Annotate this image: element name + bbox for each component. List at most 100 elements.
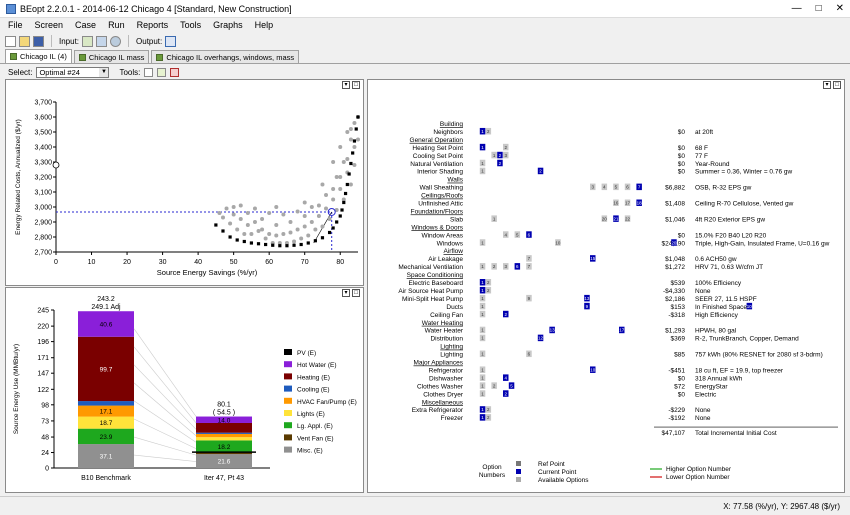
- tab-chicago-il-4[interactable]: Chicago IL (4): [5, 49, 72, 63]
- pencil-icon[interactable]: [157, 67, 167, 77]
- chart-icon[interactable]: [165, 35, 177, 47]
- x-tick-label: 40: [194, 259, 202, 266]
- option-row-label: Window Areas: [421, 232, 463, 239]
- menu-help[interactable]: Help: [255, 20, 274, 30]
- y-tick-label: 3,100: [34, 190, 52, 197]
- cost-savings-chart[interactable]: 0 10 20 30 40 50 60 70 80 2,700 2,800 2,900 3,000 3,1…: [6, 80, 363, 285]
- option-description: SEER 27, 11.5 HSPF: [695, 296, 757, 303]
- menu-graphs[interactable]: Graphs: [213, 20, 243, 30]
- minimize-button[interactable]: —: [792, 3, 802, 14]
- scatter-point: [238, 217, 243, 221]
- option-category-label: Major Appliances: [414, 360, 464, 367]
- scatter-point: [274, 233, 279, 238]
- legend-option-label: Option: [482, 464, 502, 471]
- scatter-point: [320, 182, 325, 187]
- y-tick-label: 171: [37, 355, 49, 362]
- scatter-point: [252, 220, 257, 224]
- app-icon: [6, 3, 16, 14]
- tab-chicago-il-overhangs[interactable]: Chicago IL overhangs, windows, mass: [151, 50, 300, 63]
- option-cost: $153: [671, 304, 686, 311]
- scatter-point: [295, 227, 300, 232]
- menu-run[interactable]: Run: [108, 20, 125, 30]
- y-tick-label: 2,800: [34, 235, 52, 242]
- optimal-curve-point: [335, 220, 339, 224]
- optimal-curve-point: [338, 214, 342, 218]
- option-category-label: Space Conditioning: [407, 272, 464, 279]
- option-row-label: Ducts: [446, 304, 463, 311]
- bar-data-label: 23.9: [100, 434, 113, 441]
- y-tick-label: 3,300: [34, 160, 52, 167]
- close-button[interactable]: ✕: [836, 3, 844, 14]
- x-tick-label: 20: [123, 259, 131, 266]
- y-tick-label: 3,400: [34, 145, 52, 152]
- design-select[interactable]: Optimal #24 ▼: [36, 66, 110, 78]
- app-window: { "window":{"title":"BEopt 2.2.0.1 - 201…: [0, 0, 850, 515]
- new-icon[interactable]: [5, 35, 16, 47]
- bar-data-label: 21.6: [218, 459, 231, 466]
- x-tick-label: 30: [159, 259, 167, 266]
- legend-label: Vent Fan (E): [297, 435, 334, 442]
- house-icon[interactable]: [82, 35, 94, 47]
- menu-tools[interactable]: Tools: [180, 20, 201, 30]
- y-tick-label: 3,600: [34, 115, 52, 122]
- maximize-button[interactable]: □: [816, 3, 822, 14]
- x-tick-label: 60: [265, 259, 273, 266]
- option-row-label: Natural Ventilation: [410, 161, 463, 168]
- globe-icon[interactable]: [110, 35, 122, 47]
- option-box-number: 20: [602, 216, 608, 221]
- legend-ref-label: Ref Point: [538, 461, 565, 468]
- menu-screen[interactable]: Screen: [35, 20, 64, 30]
- option-cost: $1,408: [665, 201, 685, 208]
- option-row-label: Mini-Split Heat Pump: [402, 296, 463, 303]
- option-row-label: Refrigerator: [429, 367, 464, 374]
- optimal-curve-point: [354, 127, 358, 131]
- case-icon: [10, 53, 17, 60]
- energy-use-chart[interactable]: 0 24 48 73 98 122 147 171 196 220 245 Source Energy…: [6, 288, 363, 492]
- scatter-point: [292, 239, 297, 244]
- optimal-curve-point: [228, 235, 232, 239]
- scatter-point: [242, 232, 247, 236]
- scatter-point: [263, 236, 268, 241]
- calendar-icon[interactable]: [170, 67, 180, 77]
- option-cost: $0: [678, 153, 686, 160]
- menu-case[interactable]: Case: [75, 20, 96, 30]
- options-chart[interactable]: BuildingNeighbors $0 at 20ft 1 2 General Oper…: [368, 80, 844, 492]
- option-category-label: Building: [440, 121, 464, 128]
- total-cost-label: Total Incremental Initial Cost: [695, 430, 777, 437]
- save-icon[interactable]: [33, 35, 44, 47]
- chart-tool-icon[interactable]: [144, 67, 154, 77]
- option-category-label: Foundation/Floors: [411, 208, 464, 215]
- x-category-label: B10 Benchmark: [81, 475, 131, 482]
- toolbar-separator: [128, 35, 130, 47]
- optimal-curve-point: [351, 151, 355, 155]
- total-cost: $47,107: [662, 430, 686, 437]
- option-description: In Finished Space: [695, 304, 747, 311]
- scatter-point: [281, 212, 286, 217]
- menu-file[interactable]: File: [8, 20, 23, 30]
- open-icon[interactable]: [19, 35, 30, 47]
- optimal-curve-point: [221, 229, 225, 233]
- option-description: HRV 71, 0.63 W/cfm JT: [695, 264, 763, 271]
- optimal-curve-point: [242, 239, 246, 244]
- menu-bar: File Screen Case Run Reports Tools Graph…: [0, 18, 850, 32]
- option-row-label: Clothes Dryer: [423, 391, 464, 398]
- tab-chicago-il-mass[interactable]: Chicago IL mass: [73, 50, 150, 63]
- cost-savings-panel: ▾ □ 0 10 20 30 40 50 60 70 80 2,700 2,800 2,900 3,00…: [5, 79, 364, 286]
- x-axis-title: Source Energy Savings (%/yr): [157, 268, 258, 277]
- bar-connector-line: [133, 328, 197, 417]
- bar-data-label: 17.1: [100, 409, 113, 416]
- y-tick-label: 73: [41, 418, 49, 425]
- optimal-curve-point: [292, 243, 296, 247]
- option-row-label: Water Heater: [425, 328, 464, 335]
- scatter-point: [313, 227, 318, 232]
- legend-swatch: [284, 349, 292, 355]
- grid-icon[interactable]: [96, 35, 108, 47]
- option-description: at 20ft: [695, 129, 713, 136]
- menu-reports[interactable]: Reports: [137, 20, 169, 30]
- scatter-point: [345, 130, 350, 134]
- legend-lower-label: Lower Option Number: [666, 474, 730, 481]
- option-row-label: Windows: [437, 240, 464, 247]
- option-row-label: Wall Sheathing: [420, 185, 464, 192]
- bar-connector-line: [133, 346, 197, 424]
- legend-label: Lg. Appl. (E): [297, 423, 333, 430]
